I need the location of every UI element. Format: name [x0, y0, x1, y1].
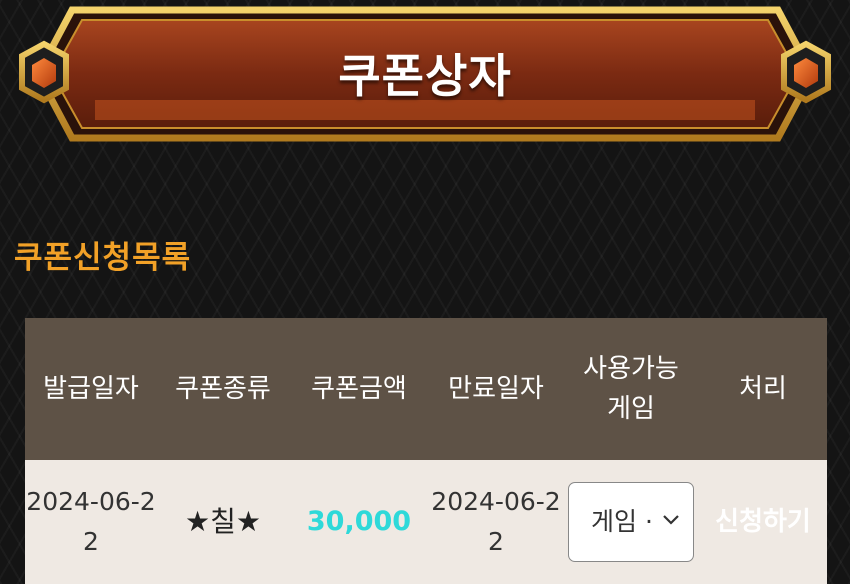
chevron-down-icon [663, 515, 679, 525]
section-title: 쿠폰신청목록 [14, 240, 192, 276]
header-expiry-date: 만료일자 [448, 374, 544, 404]
coupon-type: ★칠★ [185, 504, 261, 538]
game-select-value: 게임 · [591, 507, 653, 536]
game-select[interactable]: 게임 · [568, 482, 694, 562]
coupon-amount: 30,000 [306, 506, 412, 537]
table-header: 발급일자 쿠폰종류 쿠폰금액 만료일자 사용가능 게임 처리 [25, 318, 827, 460]
header-issue-date: 발급일자 [43, 374, 139, 404]
header-action: 처리 [739, 374, 787, 404]
header-coupon-type: 쿠폰종류 [175, 374, 271, 404]
expiry-date: 2024-06-22 [431, 487, 561, 556]
coupon-request-table: 발급일자 쿠폰종류 쿠폰금액 만료일자 사용가능 게임 처리 2024-06-2… [25, 318, 827, 584]
apply-button[interactable]: 신청하기 [715, 507, 811, 537]
header-coupon-amount: 쿠폰금액 [311, 374, 407, 404]
issue-date: 2024-06-22 [26, 487, 156, 556]
header-available-game: 사용가능 게임 [583, 354, 679, 424]
table-row: 2024-06-22 ★칠★ 30,000 2024-06-22 게임 · 신청… [25, 460, 827, 584]
title-banner: 쿠폰상자 [0, 0, 850, 150]
page-title: 쿠폰상자 [338, 49, 512, 103]
